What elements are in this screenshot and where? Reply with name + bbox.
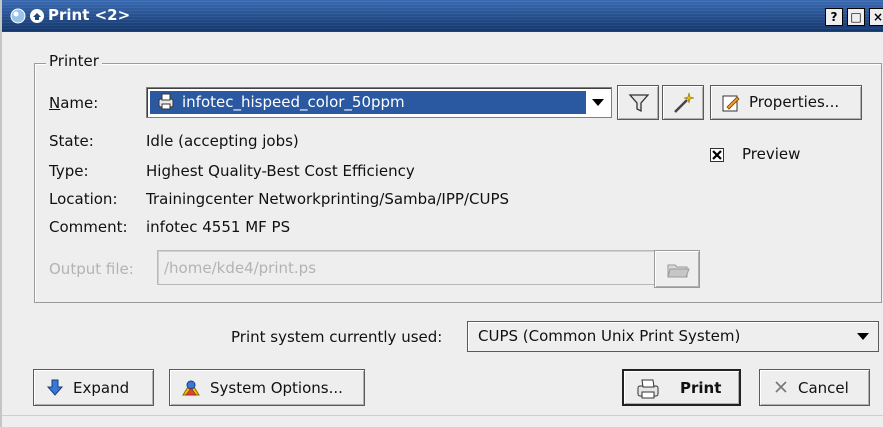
- printer-name-value: infotec_hispeed_color_50ppm: [182, 93, 405, 111]
- check-x-icon: [712, 150, 722, 160]
- print-system-label: Print system currently used:: [231, 328, 443, 346]
- expand-label: Expand: [73, 379, 130, 397]
- window-title: Print <2>: [48, 6, 131, 24]
- browse-output-button[interactable]: [654, 250, 700, 288]
- chevron-down-icon[interactable]: [587, 90, 609, 115]
- printer-group-title: Printer: [46, 52, 102, 70]
- printer-app-icon: [29, 8, 45, 28]
- expand-button[interactable]: Expand: [33, 369, 154, 406]
- printer-name-selection: infotec_hispeed_color_50ppm: [150, 91, 586, 114]
- magic-wand-icon: [672, 91, 696, 119]
- system-options-label: System Options...: [210, 379, 343, 397]
- name-label: Name:: [49, 94, 98, 112]
- printer-name-select[interactable]: infotec_hispeed_color_50ppm: [146, 87, 612, 118]
- preview-checkbox[interactable]: [710, 148, 724, 162]
- location-value: Trainingcenter Networkprinting/Samba/IPP…: [146, 190, 510, 208]
- folder-open-icon: [666, 259, 690, 283]
- title-bar[interactable]: Print <2> ? □ ×: [2, 0, 883, 32]
- print-dialog: Print <2> ? □ × Printer Name: infotec_hi…: [0, 0, 883, 427]
- cancel-button[interactable]: Cancel: [759, 369, 870, 406]
- arrow-down-icon: [46, 379, 64, 401]
- printer-icon: [156, 93, 176, 115]
- preview-label[interactable]: Preview: [742, 145, 800, 163]
- comment-value: infotec 4551 MF PS: [146, 218, 291, 236]
- chevron-down-icon[interactable]: [852, 324, 874, 349]
- print-label: Print: [680, 379, 722, 397]
- state-value: Idle (accepting jobs): [146, 132, 299, 150]
- edit-document-icon: [721, 93, 741, 117]
- close-icon: [774, 380, 788, 398]
- print-system-select[interactable]: CUPS (Common Unix Print System): [467, 321, 879, 352]
- comment-label: Comment:: [49, 218, 128, 236]
- name-label-mnemonic: N: [49, 94, 61, 112]
- maximize-button[interactable]: □: [847, 8, 865, 26]
- output-file-value: /home/kde4/print.ps: [164, 259, 317, 277]
- properties-button[interactable]: Properties...: [710, 85, 862, 120]
- print-system-value: CUPS (Common Unix Print System): [478, 327, 741, 345]
- funnel-icon: [628, 92, 650, 118]
- printer-icon: [636, 378, 660, 404]
- location-label: Location:: [49, 190, 118, 208]
- cancel-label: Cancel: [798, 379, 849, 397]
- output-file-label: Output file:: [49, 260, 134, 278]
- dialog-bottom-edge: [2, 415, 883, 416]
- type-label: Type:: [49, 162, 89, 180]
- type-value: Highest Quality-Best Cost Efficiency: [146, 162, 415, 180]
- print-button[interactable]: Print: [622, 369, 741, 406]
- output-file-input[interactable]: /home/kde4/print.ps: [157, 250, 667, 285]
- name-label-rest: ame:: [60, 94, 99, 112]
- system-options-button[interactable]: System Options...: [169, 369, 365, 406]
- properties-label: Properties...: [749, 93, 840, 111]
- help-button[interactable]: ?: [825, 8, 843, 26]
- wizard-button[interactable]: [662, 85, 704, 120]
- filter-button[interactable]: [617, 85, 659, 120]
- close-button[interactable]: ×: [869, 8, 883, 26]
- system-options-icon: [180, 377, 202, 403]
- window-menu-icon[interactable]: [10, 8, 26, 28]
- state-label: State:: [49, 132, 94, 150]
